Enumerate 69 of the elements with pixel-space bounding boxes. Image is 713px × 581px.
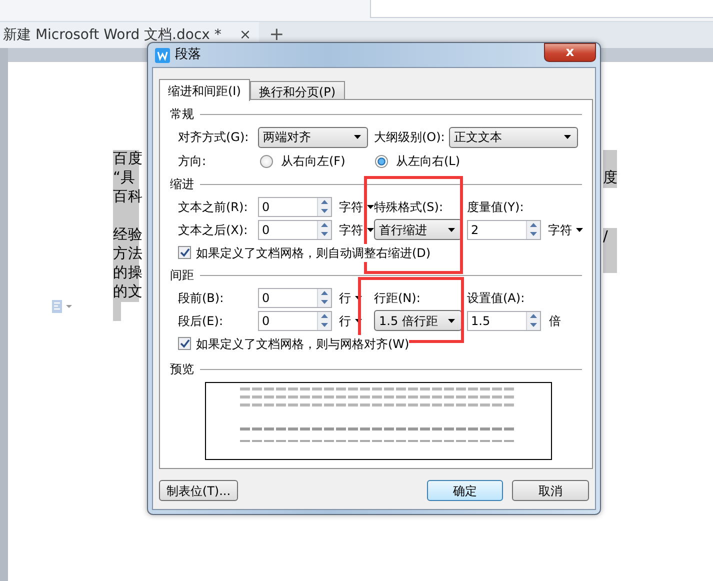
close-tab-button[interactable]: ×	[239, 24, 252, 46]
caret-icon	[367, 228, 374, 232]
dropdown[interactable]: 两端对齐	[258, 126, 368, 148]
close-button[interactable]: x	[544, 43, 596, 62]
number-field[interactable]: 0	[258, 288, 332, 308]
checkbox-label: 如果定义了文档网格，则自动调整右缩进(D)	[196, 244, 431, 262]
number-field[interactable]: 0	[258, 220, 332, 240]
field-label: 度量值(Y):	[467, 198, 525, 216]
number-field[interactable]: 2	[467, 220, 541, 240]
caret-icon	[448, 228, 455, 232]
section-title: 间距	[170, 267, 194, 284]
spinner-icon[interactable]	[526, 312, 540, 330]
spinner-icon[interactable]	[317, 220, 331, 238]
field-label: 设置值(A):	[467, 290, 526, 306]
caret-icon	[448, 318, 455, 322]
dialog-title: 段落	[175, 46, 201, 64]
dropdown[interactable]: 正文文本	[449, 126, 578, 148]
number-field[interactable]: 0	[258, 196, 332, 216]
spinner-icon[interactable]	[526, 220, 540, 238]
section-title: 常规	[170, 106, 194, 123]
unit-dropdown[interactable]: 字符	[336, 198, 374, 216]
caret-icon	[564, 135, 571, 139]
radio-label: 从右向左(F)	[281, 153, 346, 170]
checkbox-label: 如果定义了文档网格，则与网格对齐(W)	[196, 334, 410, 352]
spinner-icon[interactable]	[317, 288, 331, 306]
unit-dropdown[interactable]: 字符	[545, 220, 592, 238]
field-label: 大纲级别(O):	[374, 129, 446, 146]
unit-label: 倍	[549, 312, 562, 330]
field-label: 段后(E):	[178, 312, 224, 330]
number-field[interactable]: 1.5	[467, 310, 541, 330]
field-label: 段前(B):	[178, 290, 225, 306]
unit-dropdown[interactable]: 行	[336, 288, 374, 306]
field-label: 文本之后(X):	[178, 222, 249, 238]
app-logo-icon	[155, 48, 170, 62]
radio-button[interactable]	[375, 154, 388, 168]
dropdown[interactable]: 1.5 倍行距	[374, 310, 462, 331]
caret-icon	[355, 296, 362, 300]
radio-button[interactable]	[260, 154, 273, 168]
unit-dropdown[interactable]: 行	[336, 312, 374, 330]
checkbox[interactable]	[178, 337, 191, 350]
field-label: 对齐方式(G):	[178, 129, 250, 146]
dropdown[interactable]: 首行缩进	[374, 219, 462, 240]
field-label: 方向:	[178, 153, 208, 170]
section-title: 缩进	[170, 176, 194, 193]
field-label: 文本之前(R):	[178, 198, 249, 216]
checkbox[interactable]	[178, 246, 191, 259]
document-paragraph: /	[603, 228, 617, 273]
number-field[interactable]: 0	[258, 310, 332, 330]
paragraph-options-icon[interactable]	[52, 300, 72, 313]
caret-icon	[576, 228, 583, 232]
unit-dropdown[interactable]: 字符	[336, 220, 374, 238]
caret-icon	[354, 135, 361, 139]
text-selection	[113, 302, 121, 321]
tabs-button[interactable]: 制表位(T)...	[159, 480, 238, 501]
document-tab-title: 新建 Microsoft Word 文档.docx *	[3, 26, 222, 44]
cancel-button[interactable]: 取消	[512, 480, 589, 501]
dialog-tab[interactable]: 缩进和间距(I)	[159, 79, 250, 101]
field-label: 行距(N):	[374, 290, 422, 306]
spinner-icon[interactable]	[317, 312, 331, 330]
section-title: 预览	[170, 361, 194, 378]
new-tab-button[interactable]: +	[259, 26, 284, 44]
caret-icon	[355, 318, 362, 322]
spinner-icon[interactable]	[317, 198, 331, 216]
document-tab[interactable]: 新建 Microsoft Word 文档.docx * ×	[0, 22, 260, 48]
field-label: 特殊格式(S):	[374, 198, 444, 216]
ok-button[interactable]: 确定	[427, 480, 503, 501]
caret-icon	[367, 204, 374, 208]
radio-label: 从左向右(L)	[396, 153, 460, 170]
document-paragraph: 度	[603, 150, 617, 188]
